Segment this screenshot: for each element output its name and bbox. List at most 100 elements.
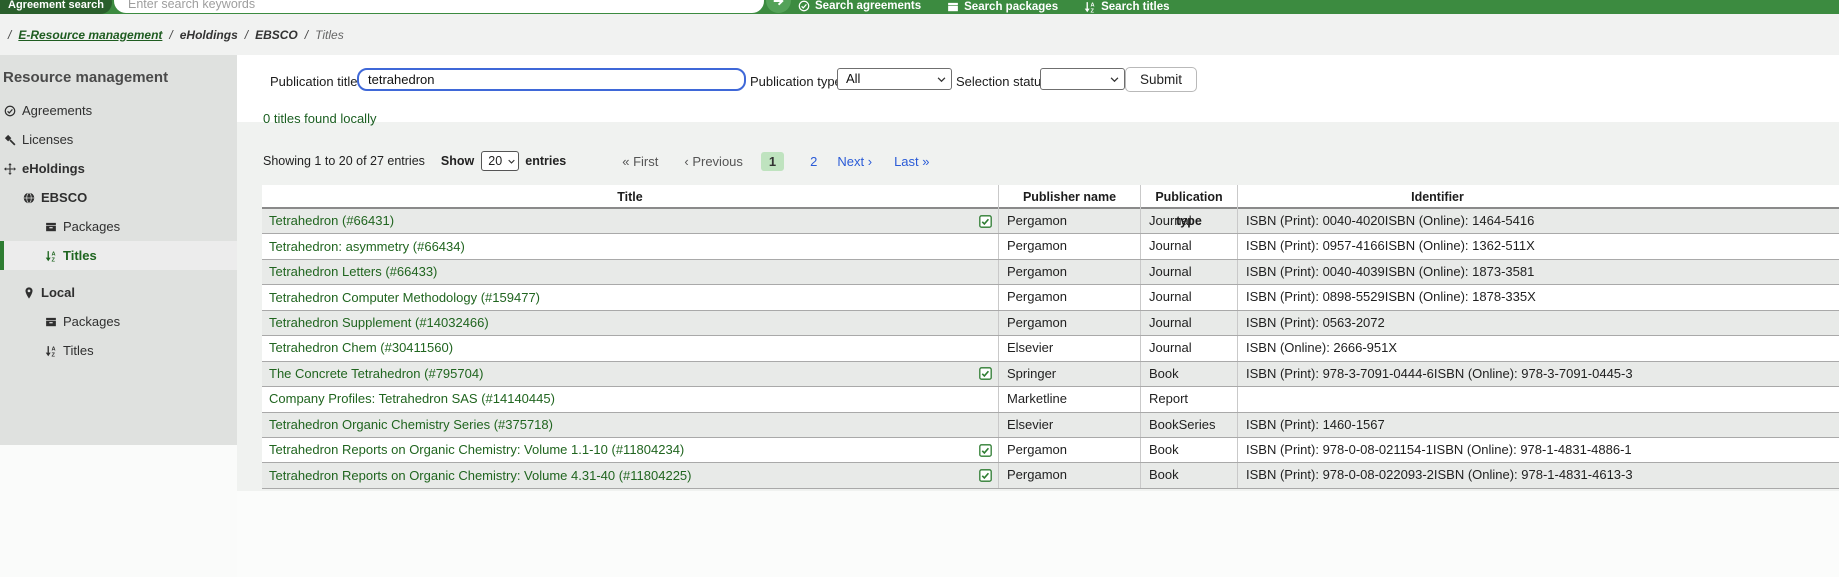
identifier-cell: ISBN (Print): 978-3-7091-0444-6ISBN (Onl… (1237, 362, 1839, 386)
sidebar-item-licenses[interactable]: Licenses (0, 125, 237, 154)
selection-status-select[interactable] (1040, 68, 1125, 90)
publisher-cell: Pergamon (998, 209, 1140, 233)
sidebar-item-titles[interactable]: AZTitles (0, 336, 237, 365)
title-link[interactable]: Tetrahedron Computer Methodology (#15947… (269, 286, 540, 310)
pagination-first[interactable]: « First (622, 154, 658, 169)
title-link[interactable]: Tetrahedron Letters (#66433) (269, 260, 437, 284)
title-link[interactable]: Tetrahedron Chem (#30411560) (269, 336, 453, 360)
sidebar-item-label: Packages (63, 314, 120, 329)
sidebar-item-label: Titles (63, 248, 97, 263)
topbar-link-search-titles[interactable]: AZSearch titles (1084, 0, 1169, 14)
title-cell: Tetrahedron Reports on Organic Chemistry… (262, 463, 998, 487)
page-size-value: 20 (488, 154, 502, 168)
title-cell: The Concrete Tetrahedron (#795704) (262, 362, 998, 386)
pagination-next[interactable]: Next › (837, 154, 872, 169)
chevron-down-icon (1109, 74, 1120, 85)
topbar-link-search-packages[interactable]: Search packages (947, 0, 1058, 14)
title-link[interactable]: Tetrahedron Reports on Organic Chemistry… (269, 438, 684, 462)
identifier-cell: ISBN (Print): 0898-5529ISBN (Online): 18… (1237, 285, 1839, 309)
selected-checkbox[interactable] (979, 367, 992, 380)
publication-type-value: All (846, 71, 860, 86)
package-icon (947, 1, 959, 13)
table-row: Tetrahedron Chem (#30411560)ElsevierJour… (262, 336, 1839, 361)
title-link[interactable]: Company Profiles: Tetrahedron SAS (#1414… (269, 387, 555, 411)
table-row: Tetrahedron: asymmetry (#66434) PergamonJ… (262, 234, 1839, 259)
top-search-bar: Agreement search Search agreementsSearch… (0, 0, 1839, 14)
publication-type-cell: BookSeries (1140, 413, 1237, 437)
pagination-page-1[interactable]: 1 (761, 152, 784, 171)
breadcrumb-separator: / (169, 28, 172, 42)
title-cell: Tetrahedron Chem (#30411560) (262, 336, 998, 360)
title-link[interactable]: Tetrahedron Organic Chemistry Series (#3… (269, 413, 553, 437)
sidebar-item-local[interactable]: Local (0, 278, 237, 307)
chevron-down-icon (936, 74, 947, 85)
sidebar-item-packages[interactable]: Packages (0, 212, 237, 241)
identifier-cell (1237, 387, 1839, 411)
showing-entries-text: Showing 1 to 20 of 27 entries (263, 154, 425, 168)
publication-type-label: Publication type: (750, 74, 845, 89)
sidebar-item-label: Packages (63, 219, 120, 234)
publication-title-input[interactable] (357, 68, 746, 91)
main-content: Publication title: Publication type: All… (237, 55, 1839, 577)
table-row: Tetrahedron Organic Chemistry Series (#3… (262, 413, 1839, 438)
agreement-search-scope-button[interactable]: Agreement search (0, 0, 112, 14)
submit-button[interactable]: Submit (1125, 67, 1197, 92)
table-row: Tetrahedron Computer Methodology (#15947… (262, 285, 1839, 310)
table-row: The Concrete Tetrahedron (#795704) Spring… (262, 362, 1839, 387)
sort-az-icon: AZ (1084, 1, 1096, 13)
sidebar-item-eholdings[interactable]: eHoldings (0, 154, 237, 183)
search-submit-button[interactable] (766, 0, 791, 13)
globe-icon (23, 192, 35, 204)
pagination-page-2[interactable]: 2 (802, 152, 825, 171)
sidebar-items: AgreementsLicenseseHoldingsEBSCO Packages… (0, 96, 237, 365)
sidebar-item-packages[interactable]: Packages (0, 307, 237, 336)
publisher-cell: Springer (998, 362, 1140, 386)
title-link[interactable]: Tetrahedron Supplement (#14032466) (269, 311, 489, 335)
topbar-link-search-agreements[interactable]: Search agreements (798, 0, 921, 14)
title-link[interactable]: Tetrahedron Reports on Organic Chemistry… (269, 464, 692, 488)
publication-type-cell: Book (1140, 463, 1237, 487)
sort-az-icon: AZ (45, 250, 57, 262)
breadcrumb-item-e-resource-management[interactable]: E-Resource management (18, 28, 162, 42)
title-cell: Tetrahedron (#66431) (262, 209, 998, 233)
sidebar-item-titles[interactable]: AZ Titles (0, 241, 237, 270)
sidebar-item-agreements[interactable]: Agreements (0, 96, 237, 125)
local-results-message: 0 titles found locally (263, 111, 376, 126)
selected-checkbox[interactable] (979, 469, 992, 482)
title-link[interactable]: Tetrahedron (#66431) (269, 209, 394, 233)
selected-checkbox[interactable] (979, 215, 992, 228)
publisher-cell: Pergamon (998, 463, 1140, 487)
publication-type-cell: Report (1140, 387, 1237, 411)
package-icon (45, 316, 57, 328)
breadcrumb-item-eholdings[interactable]: eHoldings (180, 28, 238, 42)
publisher-cell: Pergamon (998, 260, 1140, 284)
table-row: Tetrahedron Reports on Organic Chemistry… (262, 463, 1839, 488)
arrow-right-icon (772, 0, 786, 8)
publisher-cell: Pergamon (998, 234, 1140, 258)
identifier-cell: ISBN (Print): 978-0-08-021154-1ISBN (Onl… (1237, 438, 1839, 462)
title-cell: Tetrahedron: asymmetry (#66434) (262, 234, 998, 258)
publication-type-select[interactable]: All (837, 68, 952, 90)
publication-type-cell: Journal (1140, 234, 1237, 258)
pagination-last[interactable]: Last » (894, 154, 929, 169)
content-background (237, 491, 1839, 577)
breadcrumb-item-titles: Titles (315, 28, 344, 42)
table-body: Tetrahedron (#66431)PergamonJournalISBN … (262, 209, 1839, 489)
sidebar-item-ebsco[interactable]: EBSCO (0, 183, 237, 212)
page-size-select[interactable]: 20 (481, 151, 519, 171)
entries-label: entries (525, 154, 566, 168)
topbar-links: Search agreements Search packages AZSearch… (798, 0, 1170, 14)
pin-icon (23, 287, 35, 299)
identifier-cell: ISBN (Print): 0957-4166ISBN (Online): 13… (1237, 234, 1839, 258)
page: { "colors": { "topbar_green": "#3c8b40",… (0, 0, 1839, 577)
selected-checkbox[interactable] (979, 444, 992, 457)
title-cell: Tetrahedron Reports on Organic Chemistry… (262, 438, 998, 462)
keyword-search-input[interactable] (114, 0, 764, 13)
publication-type-cell: Journal (1140, 311, 1237, 335)
pagination-previous[interactable]: ‹ Previous (684, 154, 743, 169)
title-link[interactable]: The Concrete Tetrahedron (#795704) (269, 362, 483, 386)
title-link[interactable]: Tetrahedron: asymmetry (#66434) (269, 235, 465, 259)
publisher-cell: Pergamon (998, 311, 1140, 335)
breadcrumb-item-ebsco[interactable]: EBSCO (255, 28, 298, 42)
titles-table: TitlePublisher namePublication typeIdent… (262, 185, 1839, 489)
